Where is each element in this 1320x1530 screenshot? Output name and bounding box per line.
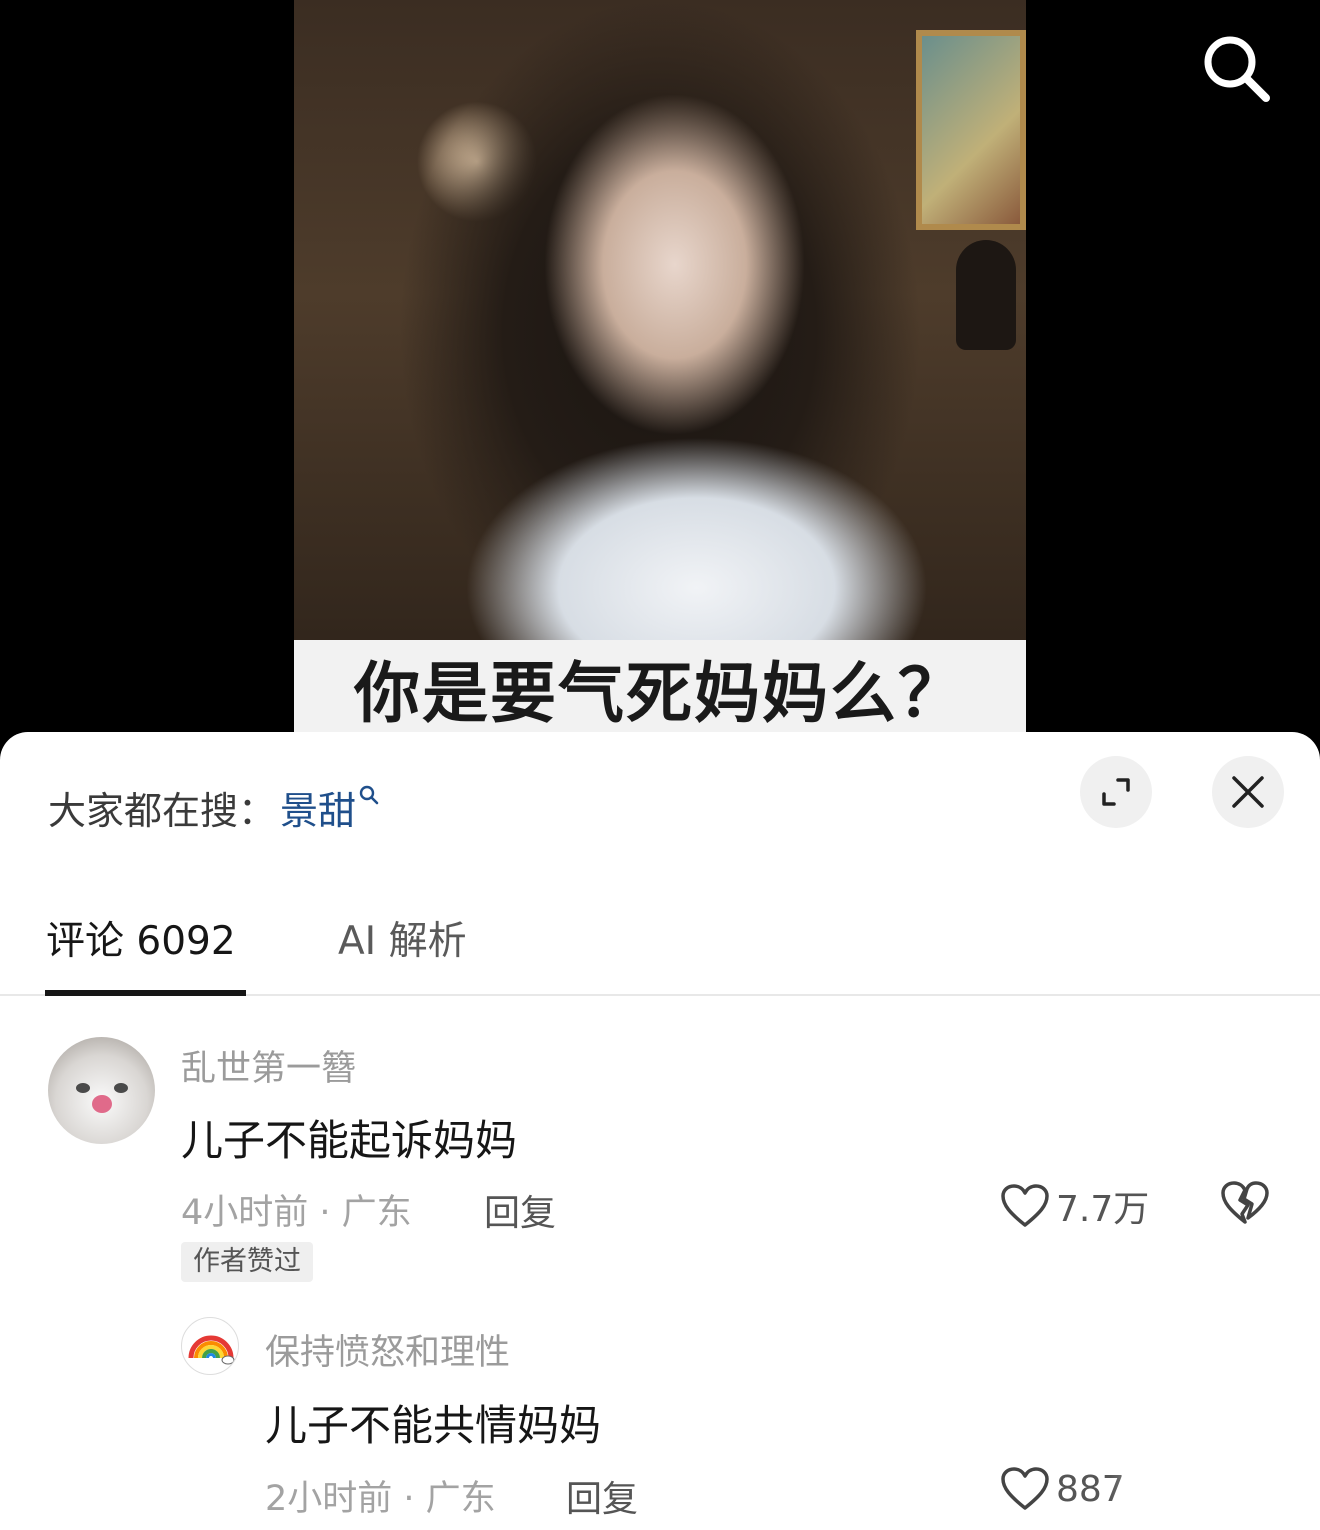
hot-search-label: 大家都在搜：	[48, 789, 277, 833]
hot-search-keyword-link[interactable]: 景甜	[280, 780, 356, 835]
like-button[interactable]: 7.7万	[1000, 1180, 1149, 1232]
close-icon	[1232, 776, 1264, 808]
comment-text[interactable]: 儿子不能起诉妈妈	[181, 1107, 517, 1168]
heart-icon	[1001, 1184, 1049, 1227]
expand-button[interactable]	[1080, 756, 1152, 828]
rainbow-icon	[188, 1335, 235, 1365]
avatar-eye	[76, 1083, 90, 1093]
comment-meta: 2小时前 · 广东	[265, 1479, 496, 1519]
video-frame[interactable]: 你是要气死妈妈么？	[294, 0, 1026, 735]
active-tab-indicator	[45, 990, 246, 996]
video-caption: 你是要气死妈妈么？	[354, 654, 966, 732]
tab-ai-analysis[interactable]: AI 解析	[338, 910, 467, 966]
comment-username[interactable]: 保持愤怒和理性	[265, 1324, 510, 1375]
broken-heart-icon	[1221, 1181, 1269, 1224]
background-painting	[916, 30, 1026, 230]
reply-button[interactable]: 回复	[566, 1470, 638, 1522]
hot-search-row: 大家都在搜： 景甜	[48, 780, 380, 835]
avatar-tongue	[92, 1095, 112, 1113]
comment-meta: 4小时前 · 广东	[181, 1193, 412, 1233]
author-liked-badge: 作者赞过	[181, 1242, 313, 1282]
comment-username[interactable]: 乱世第一簪	[181, 1040, 356, 1091]
expand-icon	[1102, 778, 1130, 806]
close-button[interactable]	[1212, 756, 1284, 828]
video-caption-bar: 你是要气死妈妈么？	[294, 640, 1026, 735]
avatar[interactable]	[181, 1317, 239, 1375]
avatar[interactable]	[48, 1037, 155, 1144]
video-area[interactable]: 你是要气死妈妈么？	[0, 0, 1320, 760]
small-search-icon	[359, 785, 379, 805]
search-icon[interactable]	[1200, 32, 1272, 104]
dislike-button[interactable]	[1220, 1180, 1270, 1230]
like-button[interactable]: 887	[1000, 1466, 1125, 1512]
comment-text[interactable]: 儿子不能共情妈妈	[265, 1392, 601, 1453]
heart-icon	[1001, 1467, 1049, 1510]
comment-sheet: 大家都在搜： 景甜 评论 6092 AI 解析 乱世第一簪 儿子不能起诉妈妈 4…	[0, 732, 1320, 1530]
like-count: 7.7万	[1056, 1189, 1150, 1230]
bottom-right-fade	[1110, 1462, 1320, 1530]
reply-button[interactable]: 回复	[484, 1184, 556, 1236]
avatar-eye	[114, 1083, 128, 1093]
tab-comments[interactable]: 评论 6092	[46, 910, 236, 966]
tab-bar: 评论 6092 AI 解析	[0, 882, 1320, 996]
background-person	[956, 240, 1016, 350]
